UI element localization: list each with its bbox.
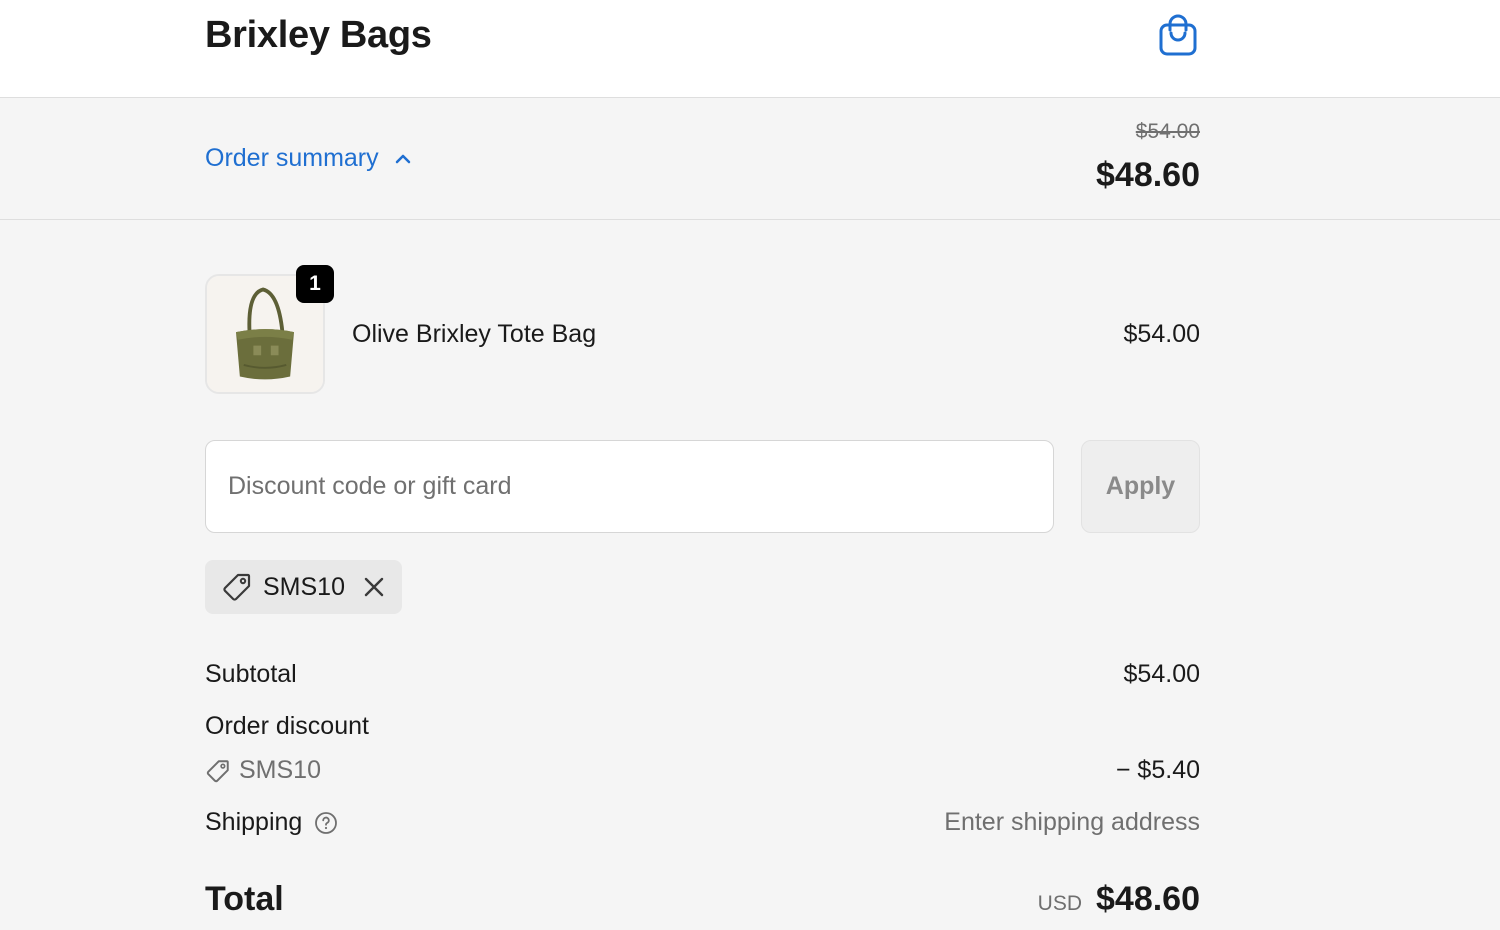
store-logo-text[interactable]: Brixley Bags bbox=[205, 14, 432, 57]
question-circle-icon[interactable] bbox=[314, 811, 338, 835]
currency-code: USD bbox=[1037, 892, 1082, 915]
applied-discount-code: SMS10 bbox=[263, 572, 345, 601]
apply-discount-button[interactable]: Apply bbox=[1081, 440, 1200, 533]
tag-icon bbox=[206, 759, 229, 782]
subtotal-value: $54.00 bbox=[1123, 660, 1200, 688]
shipping-row-label: Shipping bbox=[205, 808, 338, 837]
order-discount-code: SMS10 bbox=[205, 756, 321, 785]
order-discount-label: Order discount bbox=[205, 712, 369, 740]
order-discount-value: − $5.40 bbox=[1115, 756, 1200, 784]
shipping-value: Enter shipping address bbox=[944, 808, 1200, 836]
product-name: Olive Brixley Tote Bag bbox=[352, 320, 597, 348]
product-price: $54.00 bbox=[1123, 320, 1200, 348]
chevron-up-icon bbox=[395, 154, 410, 163]
discount-code-input[interactable] bbox=[205, 440, 1054, 533]
site-header: Brixley Bags bbox=[0, 0, 1500, 98]
close-icon[interactable] bbox=[363, 576, 385, 598]
grand-total: $48.60 bbox=[1096, 880, 1200, 918]
tag-icon bbox=[223, 573, 251, 601]
total-label: Total bbox=[205, 880, 284, 918]
order-discount-code-text: SMS10 bbox=[239, 756, 321, 784]
quantity-badge: 1 bbox=[296, 265, 334, 303]
shopping-bag-icon[interactable] bbox=[1158, 14, 1198, 56]
order-summary-bar: Order summary $54.00 $48.60 bbox=[0, 98, 1500, 220]
discounted-total: $48.60 bbox=[1096, 156, 1200, 194]
order-summary-toggle[interactable]: Order summary bbox=[205, 144, 413, 173]
subtotal-label: Subtotal bbox=[205, 660, 297, 688]
order-summary-content: 1 Olive Brixley Tote Bag $54.00 Apply SM… bbox=[205, 220, 1200, 930]
total-value-group: USD $48.60 bbox=[1038, 880, 1200, 919]
original-total: $54.00 bbox=[1135, 120, 1200, 143]
shipping-label: Shipping bbox=[205, 808, 303, 836]
applied-discount-chip: SMS10 bbox=[205, 560, 402, 614]
order-summary-toggle-label: Order summary bbox=[205, 144, 379, 172]
